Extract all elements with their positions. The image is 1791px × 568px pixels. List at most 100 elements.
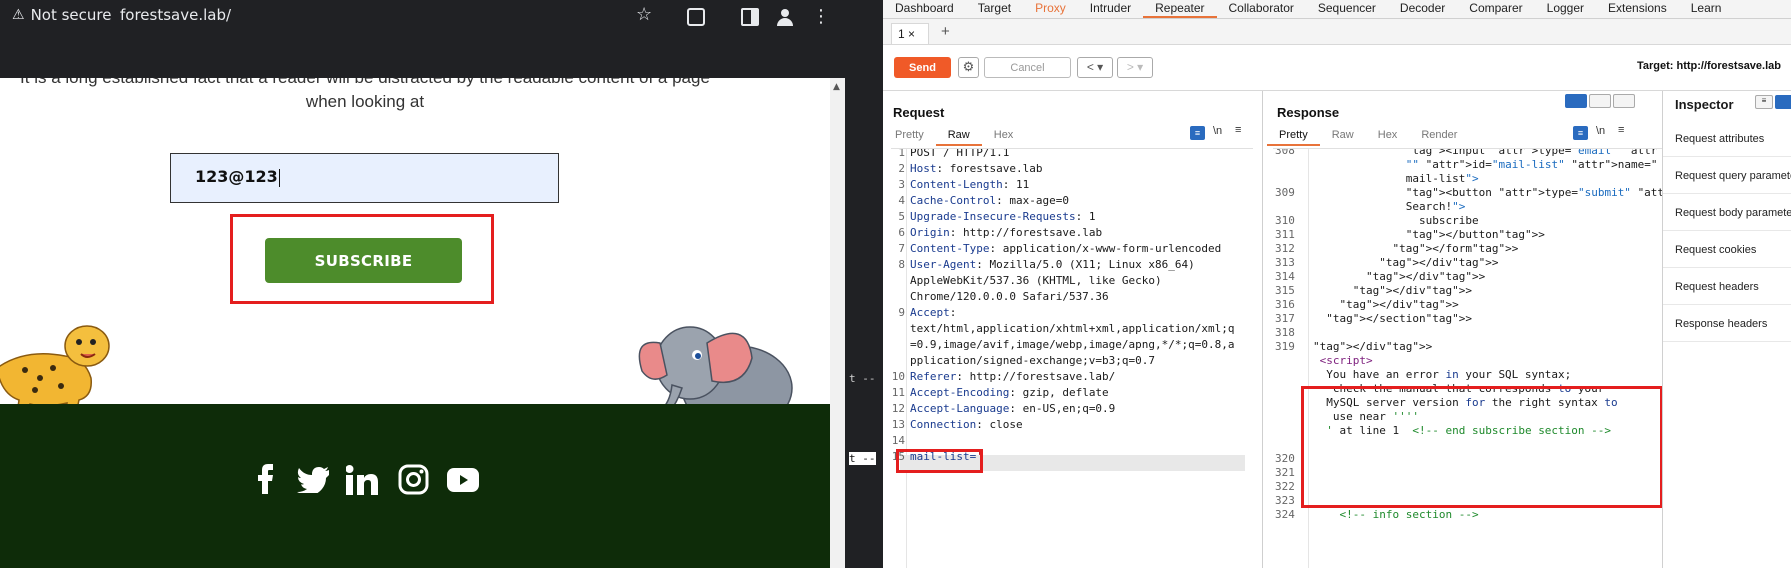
tab-decoder[interactable]: Decoder [1388,0,1457,18]
side-panel-icon[interactable] [741,8,759,26]
request-tab-hex[interactable]: Hex [982,126,1026,146]
target-label[interactable]: Target: http://forestsave.lab [1637,60,1781,72]
tab-logger[interactable]: Logger [1535,0,1596,18]
email-input-value: 123@123 [195,167,280,187]
back-button[interactable]: < ▾ [1077,57,1113,78]
payload-highlight-box [896,449,983,473]
line-text: Host: forestsave.lab [910,162,1043,175]
burp-suite-window: Dashboard Target Proxy Intruder Repeater… [883,0,1791,568]
lead-paragraph: It is a long established fact that a rea… [0,78,730,114]
request-editor[interactable]: 1 POST / HTTP/1.1 2 Host: forestsave.lab 3 Co… [891,148,1253,568]
tab-repeater[interactable]: Repeater [1143,0,1217,18]
inspector-request-body-parameters[interactable]: Request body parameters [1663,195,1791,231]
line-text: Chrome/120.0.0.0 Safari/537.36 [910,290,1109,303]
inspector-panel: Inspector ≡ Request attributes Request q… [1662,91,1791,568]
inspector-title: Inspector [1675,97,1734,112]
message-actions-icon[interactable]: ≡ [1190,126,1205,140]
line-number: 6 [898,226,905,239]
facebook-icon[interactable] [256,464,274,494]
twitter-icon[interactable] [297,467,329,493]
email-input[interactable]: 123@123 [170,153,559,203]
tab-learn[interactable]: Learn [1679,0,1734,18]
line-text: Referer: http://forestsave.lab/ [910,370,1116,383]
response-subtabs: Pretty Raw Hex Render [1267,126,1469,146]
forward-button[interactable]: > ▾ [1117,57,1153,78]
response-newline-icon[interactable]: \n [1596,125,1605,137]
line-number: 9 [898,306,905,319]
tab-intruder[interactable]: Intruder [1078,0,1143,18]
address-bar[interactable]: forestsave.lab/ [120,6,231,24]
extensions-icon[interactable] [687,8,705,26]
browser-menu-icon[interactable]: ⋮ [812,8,830,26]
response-tab-pretty[interactable]: Pretty [1267,126,1320,146]
line-number: 324 [1275,508,1295,521]
text-caret [278,168,280,187]
response-menu-icon[interactable]: ≡ [1618,124,1624,136]
warning-icon: ⚠ [12,7,25,23]
tab-sequencer[interactable]: Sequencer [1306,0,1388,18]
line-number: 2 [898,162,905,175]
line-text: Origin: http://forestsave.lab [910,226,1103,239]
line-text: AppleWebKit/537.36 (KHTML, like Gecko) [910,274,1162,287]
line-text: User-Agent: Mozilla/5.0 (X11; Linux x86_… [910,258,1195,271]
request-menu-icon[interactable]: ≡ [1235,124,1241,136]
profile-icon[interactable] [776,8,794,26]
tab-comparer[interactable]: Comparer [1457,0,1534,18]
layout-split-icon[interactable] [1565,94,1587,108]
line-text: Accept-Encoding: gzip, deflate [910,386,1109,399]
repeater-tab-1[interactable]: 1 × [891,23,929,44]
tab-proxy[interactable]: Proxy [1023,0,1078,18]
line-number: 11 [891,386,905,399]
cancel-button[interactable]: Cancel [984,57,1071,78]
inspector-list-icon[interactable]: ≡ [1755,95,1773,109]
tab-collaborator[interactable]: Collaborator [1217,0,1306,18]
response-actions-icon[interactable]: ≡ [1573,126,1588,140]
inspector-request-query-parameters[interactable]: Request query parameters [1663,158,1791,194]
add-tab-icon[interactable]: + [941,23,950,40]
line-text: Upgrade-Insecure-Requests: 1 [910,210,1096,223]
footer [0,404,830,568]
newline-toggle-icon[interactable]: \n [1213,125,1222,137]
request-tab-pretty[interactable]: Pretty [883,126,936,146]
repeater-tab-strip: 1 × + [883,19,1791,45]
tab-dashboard[interactable]: Dashboard [883,0,966,18]
inspector-response-headers[interactable]: Response headers [1663,306,1791,342]
inspector-request-cookies[interactable]: Request cookies [1663,232,1791,268]
line-number: 309 [1275,186,1295,199]
tab-target[interactable]: Target [966,0,1023,18]
send-button[interactable]: Send [894,57,951,78]
line-number: 12 [891,402,905,415]
line-text: "tag"></section"tag">> [1326,312,1472,325]
line-number: 8 [898,258,905,271]
response-tab-hex[interactable]: Hex [1366,126,1410,146]
subscribe-button[interactable]: SUBSCRIBE [265,238,462,283]
lead-line-1: It is a long established fact that a rea… [0,78,730,90]
response-tab-render[interactable]: Render [1409,126,1469,146]
inspector-request-headers[interactable]: Request headers [1663,269,1791,305]
page-scrollbar[interactable]: ▲ [830,78,845,568]
line-number: 10 [891,370,905,383]
tab-extensions[interactable]: Extensions [1596,0,1679,18]
line-number: 308 [1275,148,1295,157]
youtube-icon[interactable] [447,468,479,492]
request-tab-raw[interactable]: Raw [935,126,982,146]
panel-divider[interactable] [1262,91,1263,568]
layout-horizontal-icon[interactable] [1589,94,1611,108]
line-number: 7 [898,242,905,255]
bookmark-star-icon[interactable]: ☆ [636,4,652,25]
line-number: 13 [891,418,905,431]
inspector-split-icon[interactable] [1775,95,1791,109]
line-text: =0.9,image/avif,image/webp,image/apng,*/… [910,338,1235,351]
response-title: Response [1277,105,1340,120]
layout-tabs-icon[interactable] [1613,94,1635,108]
line-number: 14 [891,434,905,447]
linkedin-icon[interactable] [346,465,378,495]
inspector-request-attributes[interactable]: Request attributes [1663,121,1791,157]
instagram-icon[interactable] [398,464,429,495]
scroll-up-icon[interactable]: ▲ [833,82,840,92]
response-tab-raw[interactable]: Raw [1320,126,1366,146]
security-indicator[interactable]: ⚠ Not secure [12,6,111,24]
terminal-fragment: t -- [849,372,876,385]
gear-icon[interactable]: ⚙ [958,57,979,78]
request-subtabs: Pretty Raw Hex [883,126,1025,146]
